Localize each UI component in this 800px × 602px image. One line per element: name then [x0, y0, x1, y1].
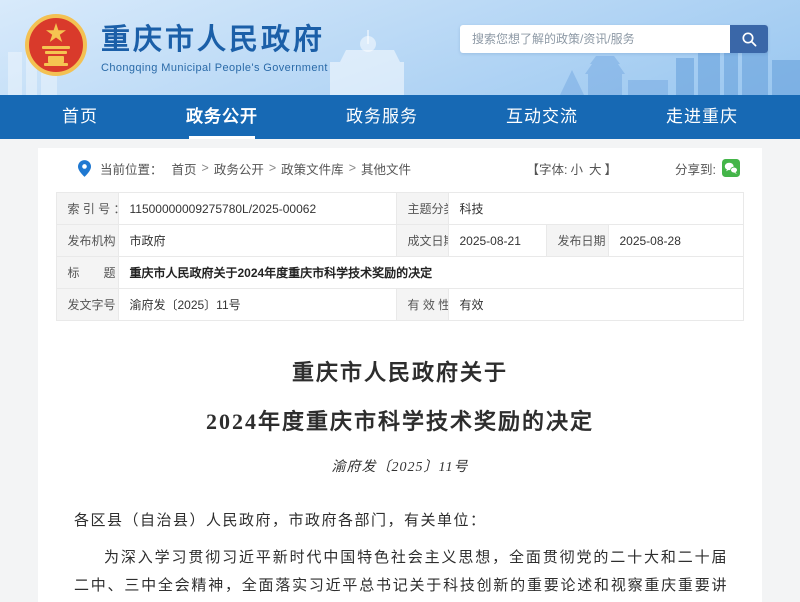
issuing-agency-label: 发布机构 ： — [57, 225, 119, 257]
page-tools: 【字体: 小 大 】 分享到: — [526, 159, 740, 178]
document-title-line1: 重庆市人民政府关于 — [38, 355, 762, 387]
publish-date-label: 发布日期 ： — [547, 225, 609, 257]
document-paragraph-1: 为深入学习贯彻习近平新时代中国特色社会主义思想，全面贯彻党的二十大和二十届二中、… — [74, 545, 728, 602]
document-metadata-table: 索 引 号 ： 11500000009275780L/2025-00062 主题… — [56, 192, 743, 321]
font-size-label-open: 【字体: — [526, 159, 567, 178]
meta-row-agency-dates: 发布机构 ： 市政府 成文日期 ： 2025-08-21 发布日期 ： 2025… — [57, 225, 743, 257]
validity-value: 有效 — [449, 289, 743, 321]
search-icon — [741, 31, 758, 48]
meta-row-title: 标 题 ： 重庆市人民政府关于2024年度重庆市科学技术奖励的决定 — [57, 257, 743, 289]
national-emblem-icon — [24, 13, 88, 77]
doc-number-label: 发文字号 ： — [57, 289, 119, 321]
page: 重庆市人民政府 Chongqing Municipal People's Gov… — [0, 0, 800, 602]
document-body: 各区县（自治县）人民政府，市政府各部门，有关单位： 为深入学习贯彻习近平新时代中… — [74, 508, 728, 602]
written-date-value: 2025-08-21 — [449, 225, 547, 257]
breadcrumb-separator: > — [269, 161, 276, 175]
written-date-label: 成文日期 ： — [397, 225, 449, 257]
nav-item-services[interactable]: 政务服务 — [332, 95, 432, 139]
font-size-label-close: 】 — [605, 159, 618, 178]
breadcrumb-prefix: 当前位置： — [100, 159, 163, 178]
breadcrumb-home[interactable]: 首页 — [172, 159, 197, 178]
publish-date-value: 2025-08-28 — [609, 225, 743, 257]
breadcrumb-other-documents[interactable]: 其他文件 — [361, 159, 411, 178]
search-box — [460, 25, 768, 53]
breadcrumb-government-affairs[interactable]: 政务公开 — [214, 159, 264, 178]
share-label: 分享到: — [675, 159, 716, 178]
font-size-tool: 【字体: 小 大 】 — [526, 159, 617, 178]
title-value: 重庆市人民政府关于2024年度重庆市科学技术奖励的决定 — [119, 257, 743, 289]
nav-item-home[interactable]: 首页 — [48, 95, 112, 139]
doc-number-value: 渝府发〔2025〕11号 — [119, 289, 397, 321]
breadcrumb-separator: > — [202, 161, 209, 175]
nav-item-about-chongqing[interactable]: 走进重庆 — [652, 95, 752, 139]
meta-row-index: 索 引 号 ： 11500000009275780L/2025-00062 主题… — [57, 193, 743, 225]
nav-item-interaction[interactable]: 互动交流 — [492, 95, 592, 139]
location-pin-icon — [78, 160, 91, 177]
brand[interactable]: 重庆市人民政府 Chongqing Municipal People's Gov… — [24, 13, 328, 77]
search-button[interactable] — [730, 25, 768, 53]
breadcrumb-separator: > — [349, 161, 356, 175]
document-salutation: 各区县（自治县）人民政府，市政府各部门，有关单位： — [74, 508, 728, 536]
site-subtitle: Chongqing Municipal People's Government — [101, 62, 328, 74]
topic-category-value: 科技 — [449, 193, 743, 225]
site-header: 重庆市人民政府 Chongqing Municipal People's Gov… — [0, 0, 800, 95]
search-input[interactable] — [460, 25, 730, 53]
breadcrumb: 当前位置： 首页 > 政务公开 > 政策文件库 > 其他文件 【字体: 小 大 … — [38, 148, 762, 188]
topic-category-label: 主题分类 ： — [397, 193, 449, 225]
wechat-share-icon[interactable] — [722, 159, 740, 177]
nav-item-government-affairs[interactable]: 政务公开 — [172, 95, 272, 139]
title-label: 标 题 ： — [57, 257, 119, 289]
breadcrumb-policy-library[interactable]: 政策文件库 — [281, 159, 344, 178]
brand-text: 重庆市人民政府 Chongqing Municipal People's Gov… — [101, 16, 328, 74]
validity-label: 有 效 性 ： — [397, 289, 449, 321]
font-size-small-button[interactable]: 小 — [570, 159, 583, 178]
index-number-value: 11500000009275780L/2025-00062 — [119, 193, 397, 225]
issuing-agency-value: 市政府 — [119, 225, 397, 257]
content-card: 当前位置： 首页 > 政务公开 > 政策文件库 > 其他文件 【字体: 小 大 … — [38, 148, 762, 602]
meta-row-docnumber: 发文字号 ： 渝府发〔2025〕11号 有 效 性 ： 有效 — [57, 289, 743, 321]
main-nav: 首页 政务公开 政务服务 互动交流 走进重庆 — [0, 95, 800, 139]
font-size-large-button[interactable]: 大 — [589, 159, 602, 178]
document-title-line2: 2024年度重庆市科学技术奖励的决定 — [38, 404, 762, 436]
site-title: 重庆市人民政府 — [101, 16, 328, 58]
index-number-label: 索 引 号 ： — [57, 193, 119, 225]
document-number: 渝府发〔2025〕11号 — [38, 456, 762, 476]
share-group: 分享到: — [675, 159, 740, 178]
